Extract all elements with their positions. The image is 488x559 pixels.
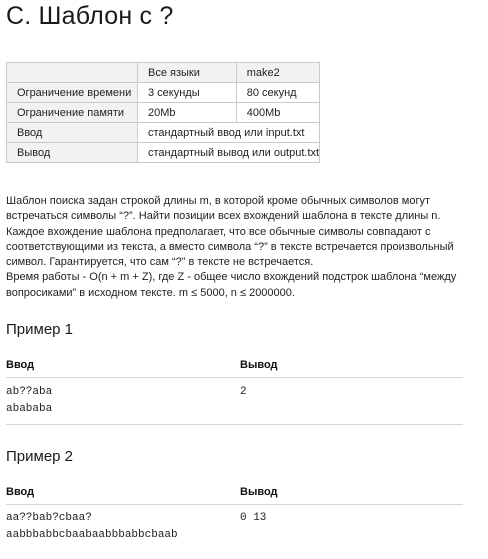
example-1-input-line-2: abababa	[6, 402, 53, 415]
example-1-input-line-1: ab??aba	[6, 386, 53, 398]
statement-paragraph-1: Шаблон поиска задан строкой длины m, в к…	[6, 195, 454, 269]
limits-output-value: стандартный вывод или output.txt	[136, 142, 321, 163]
example-2-input-line-1: aa??bab?cbaa?	[6, 512, 92, 524]
example-2-output-line-1: 0 13	[240, 512, 267, 524]
example-1-output-header: Вывод	[240, 359, 278, 371]
example-1-input-header: Ввод	[6, 359, 35, 371]
example-1-header-divider	[6, 377, 463, 378]
limits-table: Все языки make2 Ограничение времени 3 се…	[6, 62, 321, 163]
limits-header-corner	[6, 62, 138, 83]
example-2-input: aa??bab?cbaa? aabbbabbcbaabaabbbabbcbaab	[6, 510, 178, 543]
example-1-output-line-1: 2	[240, 386, 247, 398]
example-2-input-header: Ввод	[6, 486, 35, 498]
limits-header-row: Все языки make2	[6, 62, 321, 83]
limits-memory-make2: 400Mb	[235, 102, 321, 123]
example-2-output: 0 13	[240, 510, 266, 527]
limits-row-output: Вывод стандартный вывод или output.txt	[6, 142, 321, 163]
problem-statement: Шаблон поиска задан строкой длины m, в к…	[6, 194, 476, 301]
limits-header-make2: make2	[235, 62, 321, 83]
limits-time-all: 3 секунды	[137, 82, 237, 103]
limits-input-value: стандартный ввод или input.txt	[136, 122, 321, 143]
example-1-title: Пример 1	[6, 321, 74, 338]
limits-row-time: Ограничение времени 3 секунды 80 секунд	[6, 82, 321, 103]
example-2-title: Пример 2	[6, 448, 74, 465]
example-2-header-divider	[6, 504, 463, 505]
limits-label-time: Ограничение времени	[6, 82, 138, 103]
statement-paragraph-2: Время работы - O(n + m + Z), где Z - общ…	[6, 271, 457, 299]
limits-label-input: Ввод	[6, 122, 138, 143]
problem-title: C. Шаблон с ?	[6, 2, 174, 30]
example-1-input: ab??aba abababa	[6, 384, 52, 417]
limits-time-make2: 80 секунд	[235, 82, 321, 103]
limits-row-input: Ввод стандартный ввод или input.txt	[6, 122, 321, 143]
limits-header-all-languages: Все языки	[137, 62, 237, 83]
example-2-input-line-2: aabbbabbcbaabaabbbabbcbaab	[6, 528, 178, 541]
limits-label-output: Вывод	[6, 142, 138, 163]
limits-label-memory: Ограничение памяти	[6, 102, 138, 123]
example-2-output-header: Вывод	[240, 486, 278, 498]
limits-memory-all: 20Mb	[137, 102, 237, 123]
limits-row-memory: Ограничение памяти 20Mb 400Mb	[6, 102, 321, 123]
example-1-output: 2	[240, 384, 247, 401]
example-1-bottom-divider	[6, 424, 463, 425]
